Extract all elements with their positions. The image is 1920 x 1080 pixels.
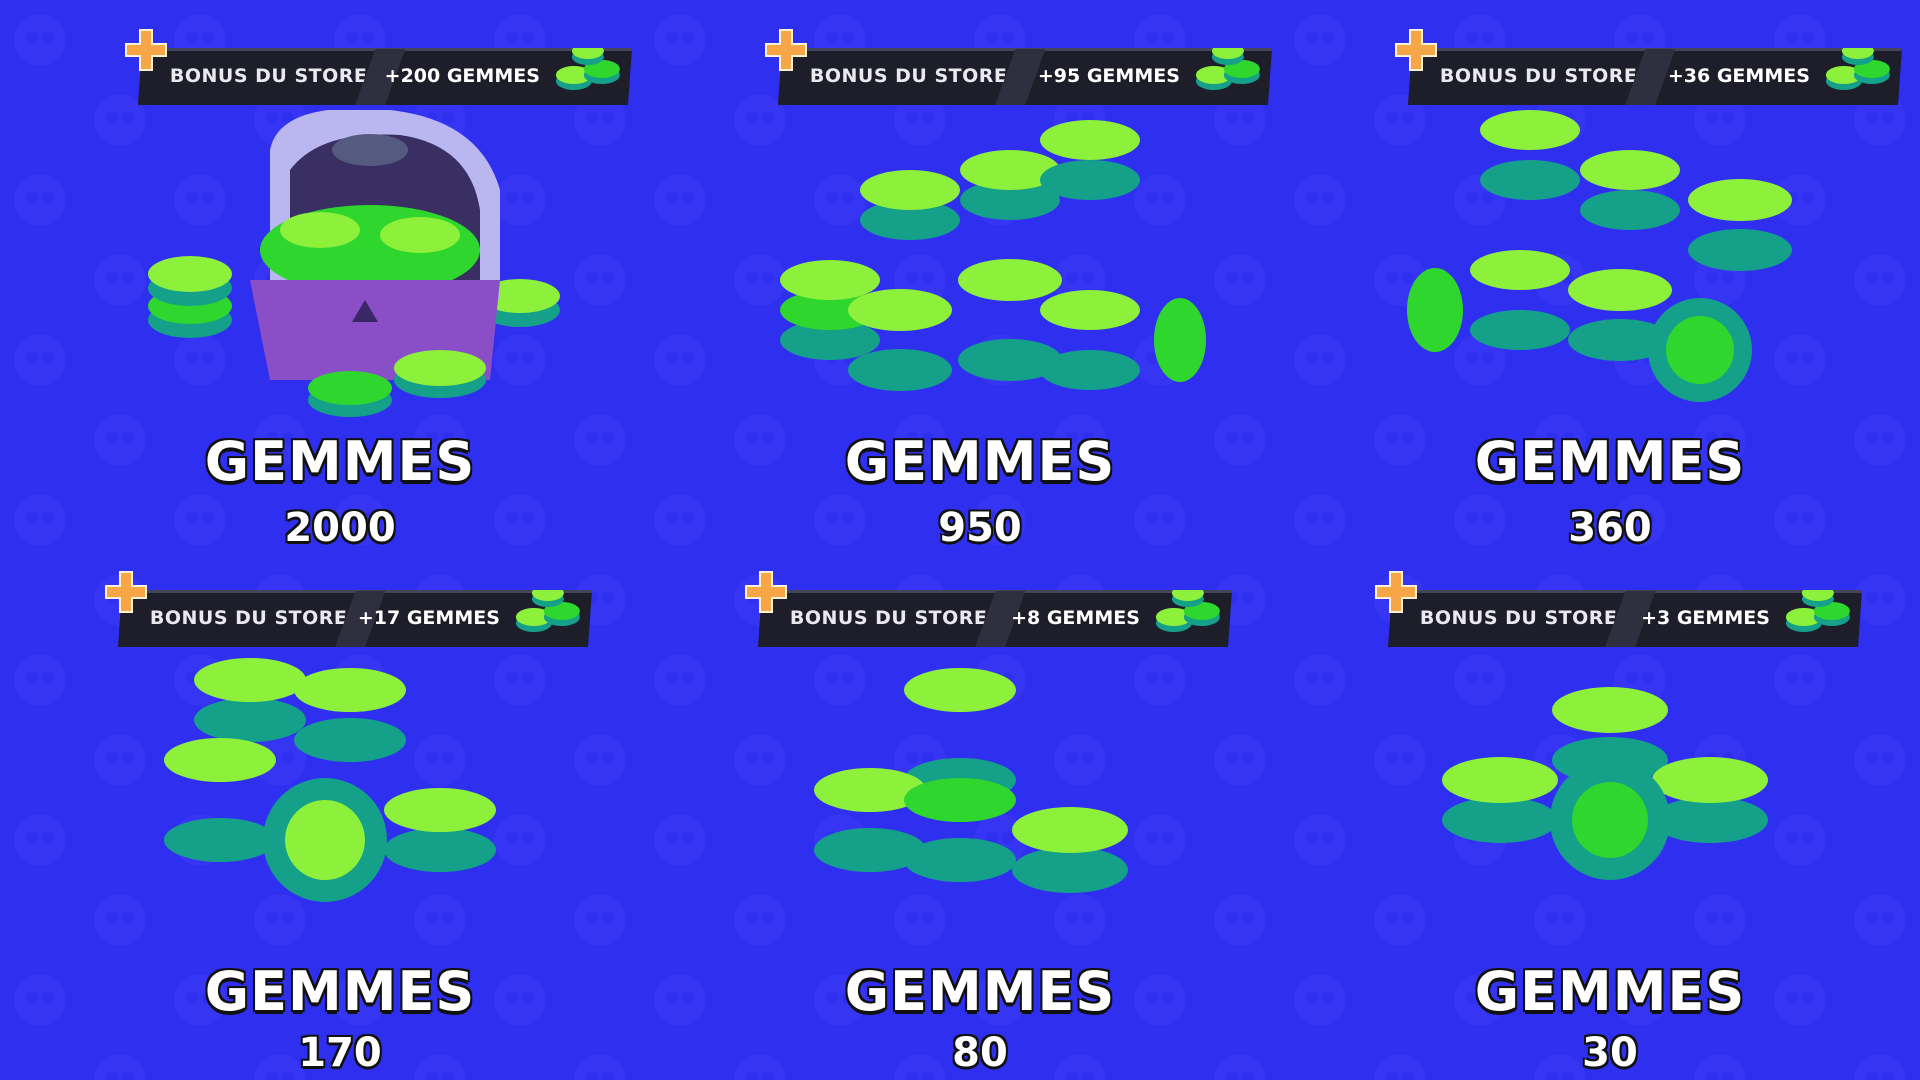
offer-card-80[interactable]: BONUS DU STORE +8 GEMMES GEMMES 80: [660, 540, 1260, 1080]
offer-title: GEMMES: [844, 960, 1116, 1023]
offer-card-360[interactable]: BONUS DU STORE +36 GEMMES GEMMES 360: [1290, 0, 1890, 551]
gem-pile-large-icon: [780, 120, 1206, 391]
store-bonus-banner: BONUS DU STORE +200 GEMMES: [138, 48, 632, 105]
gem-stack-tower-icon: [814, 668, 1128, 893]
gem-amount: 170: [298, 1030, 382, 1076]
gem-pile-medium-icon: [1407, 110, 1792, 402]
offer-card-170[interactable]: BONUS DU STORE +17 GEMMES GEMMES 170: [20, 540, 620, 1080]
bonus-label: BONUS DU STORE: [149, 607, 348, 629]
plus-icon: [1395, 29, 1437, 71]
plus-icon: [765, 29, 807, 71]
offer-title: GEMMES: [844, 430, 1116, 493]
gem-pile-small-icon: [164, 658, 496, 902]
bonus-value: +95 GEMMES: [1037, 65, 1180, 87]
bonus-label: BONUS DU STORE: [809, 65, 1008, 87]
bonus-value: +36 GEMMES: [1667, 65, 1810, 87]
offer-title: GEMMES: [1474, 430, 1746, 493]
bonus-label: BONUS DU STORE: [1419, 607, 1618, 629]
store-bonus-banner: BONUS DU STORE +95 GEMMES: [778, 48, 1272, 105]
bonus-value: +3 GEMMES: [1641, 607, 1770, 629]
bonus-label: BONUS DU STORE: [169, 65, 368, 87]
gem-amount: 30: [1582, 1030, 1638, 1076]
offer-title: GEMMES: [204, 430, 476, 493]
plus-icon: [745, 571, 787, 613]
gem-stack-icon: [1144, 571, 1234, 643]
offer-card-30[interactable]: BONUS DU STORE +3 GEMMES GEMMES 30: [1290, 540, 1890, 1080]
offer-title: GEMMES: [204, 960, 476, 1023]
store-bonus-banner: BONUS DU STORE +36 GEMMES: [1408, 48, 1902, 105]
store-bonus-banner: BONUS DU STORE +17 GEMMES: [118, 590, 592, 647]
bonus-label: BONUS DU STORE: [1439, 65, 1638, 87]
store-bonus-banner: BONUS DU STORE +3 GEMMES: [1388, 590, 1862, 647]
gem-stack-icon: [1774, 571, 1864, 643]
gem-amount: 80: [952, 1030, 1008, 1076]
plus-icon: [105, 571, 147, 613]
bonus-value: +200 GEMMES: [384, 65, 540, 87]
offer-title: GEMMES: [1474, 960, 1746, 1023]
plus-icon: [125, 29, 167, 71]
offer-card-950[interactable]: BONUS DU STORE +95 GEMMES GEMMES 950: [660, 0, 1260, 551]
plus-icon: [1375, 571, 1417, 613]
bonus-value: +17 GEMMES: [357, 607, 500, 629]
store-bonus-banner: BONUS DU STORE +8 GEMMES: [758, 590, 1232, 647]
gem-pile-tiny-icon: [1442, 687, 1768, 880]
bonus-value: +8 GEMMES: [1011, 607, 1140, 629]
offer-card-2000[interactable]: BONUS DU STORE +200 GEMMES GEMMES 2000: [20, 0, 620, 551]
gem-stack-icon: [504, 571, 594, 643]
gem-chest-icon: [148, 110, 560, 417]
bonus-label: BONUS DU STORE: [789, 607, 988, 629]
